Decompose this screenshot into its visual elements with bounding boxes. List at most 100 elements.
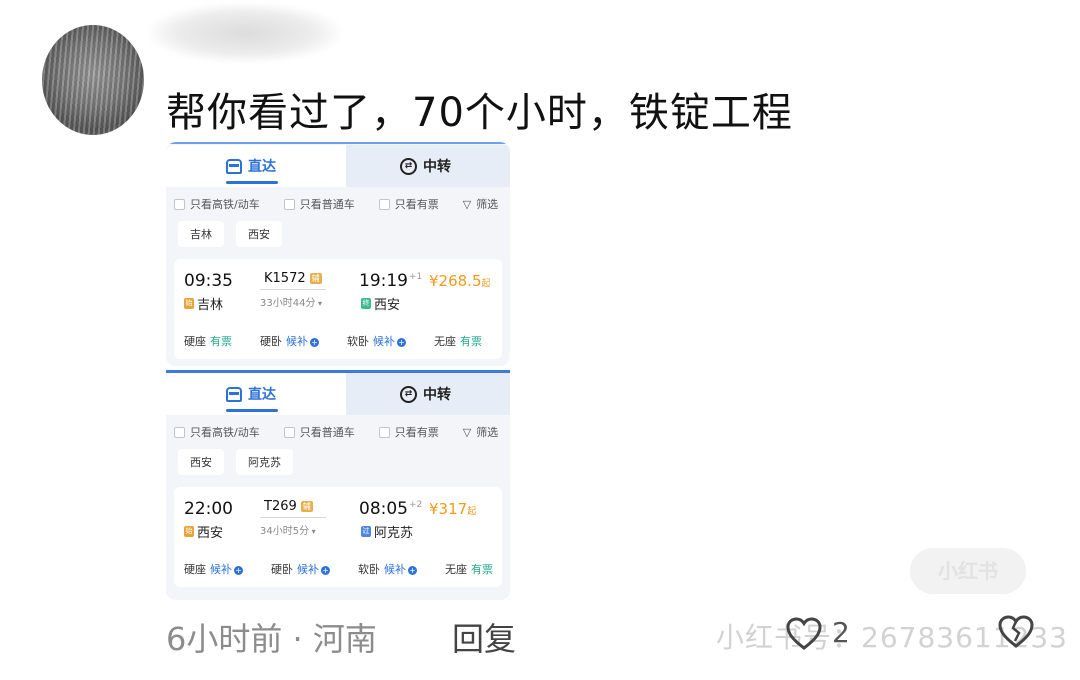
seat-hard-seat[interactable]: 硬座 候补 + [184, 561, 243, 577]
filter-available[interactable]: 只看有票 [378, 196, 439, 212]
price: ¥317起 [429, 500, 476, 518]
arrival-time-text: 08:05 [359, 499, 408, 519]
departure-time: 22:00 [184, 499, 233, 519]
seat-hard-sleeper[interactable]: 硬卧 候补 + [260, 333, 319, 349]
start-tag-icon: 始 [184, 298, 194, 309]
tab-transfer[interactable]: ⇄ 中转 [400, 156, 451, 176]
seat-label: 硬座 [184, 335, 206, 348]
tab-direct[interactable]: 直达 [226, 384, 276, 404]
price-value: ¥317 [429, 500, 468, 518]
seat-soft-sleeper[interactable]: 软卧 候补 + [358, 561, 417, 577]
filter-normal[interactable]: 只看普通车 [283, 196, 355, 212]
filter-button-label: 筛选 [476, 426, 499, 439]
arrival-time-text: 19:19 [359, 271, 408, 291]
comment-text: 帮你看过了，70个小时，铁锭工程 [166, 90, 793, 136]
plus-icon: + [408, 565, 417, 575]
train-card[interactable]: 09:35 K1572辅 33小时44分 19:19+1 ¥268.5起 始吉林… [174, 259, 502, 359]
tab-bar: 直达 ⇄ 中转 [166, 373, 510, 415]
seat-status: 有票 [460, 335, 482, 348]
seat-label: 硬卧 [260, 335, 282, 348]
seat-label: 硬座 [184, 563, 206, 576]
plus-icon: + [234, 565, 243, 575]
tab-direct-label: 直达 [248, 387, 276, 403]
train-number-text: K1572 [264, 271, 306, 286]
seat-label: 软卧 [358, 563, 380, 576]
seat-status: 有票 [471, 563, 493, 576]
tab-direct-label: 直达 [248, 159, 276, 175]
duration[interactable]: 33小时44分 [260, 294, 322, 309]
filter-highspeed[interactable]: 只看高铁/动车 [174, 424, 260, 440]
arrival-day-offset: +2 [409, 500, 423, 511]
avatar[interactable] [42, 25, 144, 135]
arrival-station-name: 阿克苏 [374, 526, 414, 541]
train-card[interactable]: 22:00 T269辅 34小时5分 08:05+2 ¥317起 始西安 过阿克… [174, 487, 502, 587]
tab-transfer-label: 中转 [423, 387, 451, 403]
heart-icon[interactable] [784, 614, 824, 654]
ticket-screenshot-2: 直达 ⇄ 中转 只看高铁/动车 只看普通车 只看有票 ▽ 筛选 西安 阿克苏 22… [166, 370, 510, 600]
checkbox-icon [174, 426, 185, 438]
departure-station-name: 西安 [197, 526, 224, 541]
filter-button[interactable]: ▽ 筛选 [463, 424, 498, 440]
comment-time-location: 6小时前 · 河南 [166, 620, 377, 658]
to-station-chip[interactable]: 西安 [236, 221, 282, 247]
departure-station-name: 吉林 [197, 298, 224, 313]
seat-status: 有票 [210, 335, 232, 348]
station-chips: 西安 阿克苏 [178, 449, 293, 475]
filter-highspeed[interactable]: 只看高铁/动车 [174, 196, 260, 212]
seat-hard-sleeper[interactable]: 硬卧 候补 + [271, 561, 330, 577]
train-number-text: T269 [264, 499, 297, 514]
seat-list: 硬座 有票 硬卧 候补 + 软卧 候补 + 无座 有票 [184, 333, 496, 349]
start-tag-icon: 始 [184, 526, 194, 537]
seat-status: 候补 [297, 563, 319, 576]
seat-hard-seat[interactable]: 硬座 有票 [184, 333, 232, 349]
train-badge: 辅 [309, 273, 322, 284]
seat-soft-sleeper[interactable]: 软卧 候补 + [347, 333, 406, 349]
duration-line [260, 517, 326, 518]
seat-status: 候补 [286, 335, 308, 348]
filter-button[interactable]: ▽ 筛选 [463, 196, 498, 212]
plus-icon: + [321, 565, 330, 575]
dislike-icon[interactable] [996, 612, 1036, 652]
arrival-station-name: 西安 [374, 298, 401, 313]
blurred-username [150, 4, 340, 62]
filter-button-label: 筛选 [476, 198, 499, 211]
seat-standing[interactable]: 无座 有票 [434, 333, 482, 349]
train-badge: 辅 [300, 501, 313, 512]
departure-station: 始吉林 [184, 294, 223, 313]
filter-normal[interactable]: 只看普通车 [283, 424, 355, 440]
filter-label: 只看普通车 [299, 198, 355, 211]
checkbox-icon [283, 198, 295, 210]
tab-direct[interactable]: 直达 [226, 156, 276, 176]
from-station-chip[interactable]: 吉林 [178, 221, 224, 247]
price-value: ¥268.5 [429, 272, 482, 290]
to-station-chip[interactable]: 阿克苏 [236, 449, 293, 475]
seat-standing[interactable]: 无座 有票 [445, 561, 493, 577]
from-station-chip[interactable]: 西安 [178, 449, 224, 475]
filter-label: 只看高铁/动车 [190, 426, 260, 439]
arrival-day-offset: +1 [409, 272, 423, 283]
filter-label: 只看高铁/动车 [190, 198, 260, 211]
tab-active-indicator [226, 181, 278, 184]
reply-button[interactable]: 回复 [452, 614, 516, 660]
filter-label: 只看有票 [394, 198, 439, 211]
plus-icon: + [310, 337, 319, 347]
arrival-station: 过阿克苏 [361, 522, 413, 541]
funnel-icon: ▽ [462, 197, 472, 211]
station-chips: 吉林 西安 [178, 221, 282, 247]
filter-label: 只看有票 [394, 426, 439, 439]
tab-bar: 直达 ⇄ 中转 [166, 145, 510, 187]
tab-transfer[interactable]: ⇄ 中转 [400, 384, 451, 404]
seat-status: 候补 [210, 563, 232, 576]
filter-available[interactable]: 只看有票 [378, 424, 439, 440]
tab-active-indicator [226, 409, 278, 412]
filter-label: 只看普通车 [299, 426, 355, 439]
train-icon [226, 158, 242, 174]
train-icon [226, 386, 242, 402]
seat-label: 软卧 [347, 335, 369, 348]
checkbox-icon [378, 198, 390, 210]
checkbox-icon [378, 426, 390, 438]
train-number: K1572 辅 [264, 271, 322, 286]
arrival-time: 19:19+1 [359, 271, 422, 291]
like-count: 2 [832, 616, 850, 649]
duration[interactable]: 34小时5分 [260, 522, 316, 537]
